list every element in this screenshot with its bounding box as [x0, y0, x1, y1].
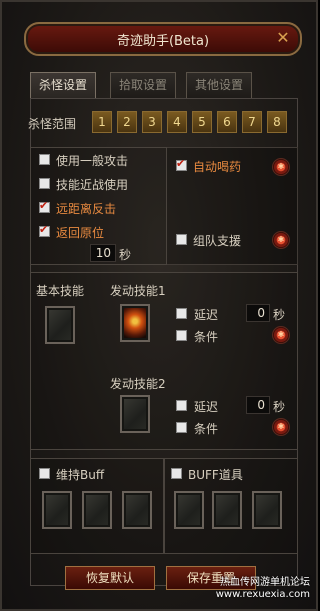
buff-item-slot-2[interactable]	[212, 491, 242, 529]
window-title: 奇迹助手(Beta)	[116, 34, 210, 49]
buff-item-slot-1[interactable]	[174, 491, 204, 529]
title-bar[interactable]: 奇迹助手(Beta) ✕	[24, 22, 302, 56]
skill1-delay-input[interactable]: 0	[246, 304, 270, 322]
range-option-3[interactable]: 3	[142, 111, 162, 133]
ranged-counter-checkbox[interactable]	[39, 199, 50, 213]
range-option-2[interactable]: 2	[117, 111, 137, 133]
skill1-delay-label: 延迟	[194, 308, 219, 322]
normal-attack-label: 使用一般攻击	[56, 154, 129, 168]
range-option-5[interactable]: 5	[192, 111, 212, 133]
basic-skill-slot[interactable]	[45, 306, 75, 344]
range-option-7[interactable]: 7	[242, 111, 262, 133]
party-support-settings-gear-icon[interactable]: ✱	[272, 231, 290, 249]
watermark-line-2: www.rexuexia.com	[215, 589, 310, 600]
skill1-slot[interactable]	[120, 304, 150, 342]
skill1-label: 发动技能1	[110, 284, 166, 298]
maintain-buff-label: 维持Buff	[56, 468, 105, 482]
auto-potion-label: 自动喝药	[193, 160, 242, 174]
range-option-6[interactable]: 6	[217, 111, 237, 133]
tab-other-settings[interactable]: 其他设置	[186, 72, 252, 98]
melee-skill-label: 技能近战使用	[56, 178, 129, 192]
return-seconds-unit: 秒	[119, 248, 132, 262]
buff-slot-2[interactable]	[82, 491, 112, 529]
skill2-delay-label: 延迟	[194, 400, 219, 414]
assistant-window: 奇迹助手(Beta) ✕ 杀怪设置 拾取设置 其他设置 杀怪范围 1 2 3 4…	[0, 0, 318, 611]
normal-attack-checkbox[interactable]	[39, 154, 50, 165]
range-label: 杀怪范围	[28, 117, 77, 131]
skill1-condition-gear-icon[interactable]: ✱	[272, 326, 290, 344]
return-origin-label: 返回原位	[56, 226, 105, 240]
party-support-label: 组队支援	[193, 234, 242, 248]
range-option-4[interactable]: 4	[167, 111, 187, 133]
skill1-delay-unit: 秒	[273, 308, 286, 322]
return-seconds-input[interactable]: 10	[90, 244, 116, 262]
skill2-condition-gear-icon[interactable]: ✱	[272, 418, 290, 436]
watermark-line-1: 热血传网游单机论坛	[220, 577, 310, 588]
skill1-condition-checkbox[interactable]	[176, 330, 187, 341]
auto-potion-settings-gear-icon[interactable]: ✱	[272, 158, 290, 176]
skill2-condition-label: 条件	[194, 422, 219, 436]
auto-potion-checkbox[interactable]	[176, 157, 187, 171]
buff-slot-1[interactable]	[42, 491, 72, 529]
buff-item-label: BUFF道具	[188, 468, 243, 482]
basic-skill-label: 基本技能	[36, 284, 85, 298]
skill1-condition-label: 条件	[194, 330, 219, 344]
tab-pickup-settings[interactable]: 拾取设置	[110, 72, 176, 98]
ranged-counter-label: 远距离反击	[56, 202, 117, 216]
skill2-delay-input[interactable]: 0	[246, 396, 270, 414]
skill2-condition-checkbox[interactable]	[176, 422, 187, 433]
melee-skill-checkbox[interactable]	[39, 178, 50, 189]
tab-kill-settings[interactable]: 杀怪设置	[30, 72, 96, 98]
return-origin-checkbox[interactable]	[39, 223, 50, 237]
skill1-delay-checkbox[interactable]	[176, 308, 187, 319]
buff-item-slot-3[interactable]	[252, 491, 282, 529]
skill2-slot[interactable]	[120, 395, 150, 433]
maintain-buff-checkbox[interactable]	[39, 468, 50, 479]
party-support-checkbox[interactable]	[176, 234, 187, 245]
restore-default-button[interactable]: 恢复默认	[65, 566, 155, 590]
skill2-delay-checkbox[interactable]	[176, 400, 187, 411]
close-icon[interactable]: ✕	[274, 29, 292, 47]
watermark: 热血传网游单机论坛 www.rexuexia.com	[216, 577, 310, 601]
range-option-1[interactable]: 1	[92, 111, 112, 133]
buff-item-checkbox[interactable]	[171, 468, 182, 479]
skill2-delay-unit: 秒	[273, 400, 286, 414]
range-option-8[interactable]: 8	[267, 111, 287, 133]
skill2-label: 发动技能2	[110, 377, 166, 391]
buff-slot-3[interactable]	[122, 491, 152, 529]
